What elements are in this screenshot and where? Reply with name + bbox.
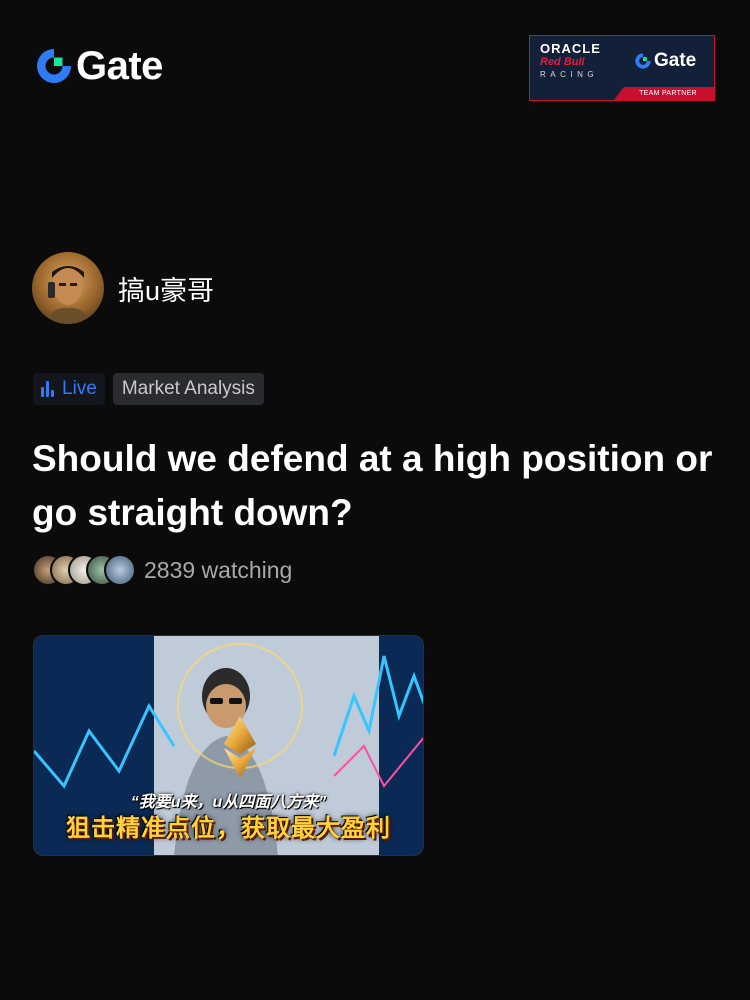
gate-logo-icon [635,53,651,69]
stream-thumbnail[interactable]: “我要u来，u从四面八方来” 狙击精准点位，获取最大盈利 [33,635,424,856]
team-partner-strip: TEAM PARTNER [614,87,714,100]
watching-count: 2839 watching [144,556,293,583]
avatar[interactable] [32,252,104,324]
stream-title: Should we defend at a high position or g… [32,438,713,533]
live-share-page: Gate ORACLE Red Bull RACING Gate TEAM PA… [0,0,750,1000]
viewer-avatar [104,554,136,586]
author-name: 搞u豪哥 [118,275,215,306]
author-block[interactable]: 搞u豪哥 [32,252,214,324]
gate-logo[interactable]: Gate [34,46,163,86]
partner-banner: ORACLE Red Bull RACING Gate TEAM PARTNER [529,35,715,101]
user-avatar-icon [46,266,90,324]
viewer-count: 2839 watching [32,554,292,586]
live-badge: Live [33,373,105,405]
partner-gate-text: Gate [654,50,697,71]
partner-gate-logo: Gate [634,51,696,71]
live-label: Live [62,378,97,399]
tag-row: Live Market Analysis [33,373,264,405]
live-bars-icon [41,381,54,397]
thumbnail-headline: 狙击精准点位，获取最大盈利 [66,815,391,842]
category-tag[interactable]: Market Analysis [112,373,264,405]
gate-logo-text: Gate [76,44,163,88]
oracle-redbull-logo: ORACLE Red Bull RACING [540,42,618,81]
gate-logo-icon [37,49,71,83]
redbull-text: Red Bull [540,56,585,68]
racing-text: RACING [540,70,599,79]
viewer-avatars [32,554,136,586]
oracle-text: ORACLE [540,41,601,56]
